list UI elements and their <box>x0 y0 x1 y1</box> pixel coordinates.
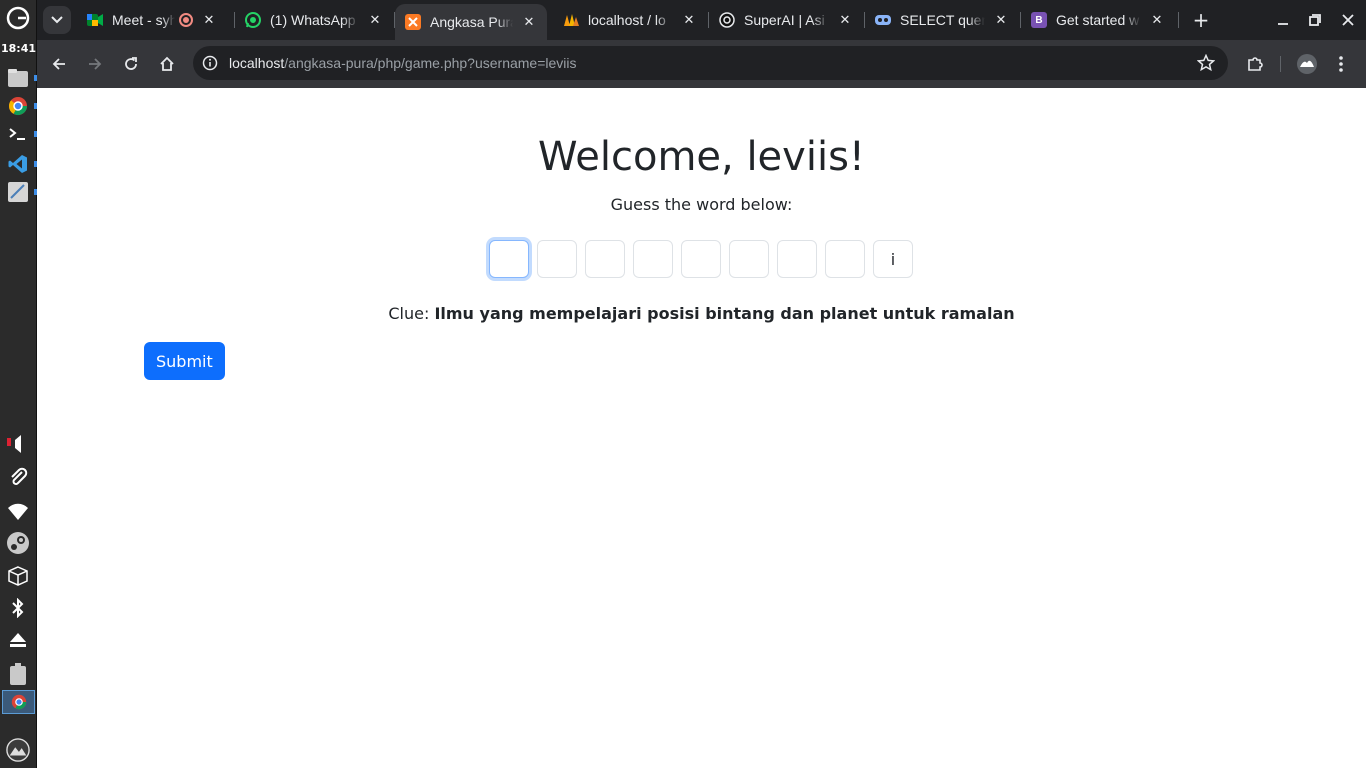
tab-search-button[interactable] <box>43 6 71 34</box>
profile-button[interactable] <box>1293 50 1321 78</box>
letter-input-5[interactable] <box>681 240 721 278</box>
vscode-icon[interactable] <box>6 152 30 176</box>
whatsapp-icon <box>245 12 261 28</box>
kebab-menu-icon <box>1339 56 1343 72</box>
new-tab-button[interactable]: + <box>1189 8 1213 32</box>
phpmyadmin-icon <box>563 12 579 28</box>
clue-text: Ilmu yang mempelajari posisi bintang dan… <box>434 304 1015 323</box>
terminal-icon[interactable] <box>6 122 30 146</box>
close-icon[interactable]: ✕ <box>681 12 697 28</box>
text-editor-icon[interactable] <box>6 180 30 204</box>
clue: Clue: Ilmu yang mempelajari posisi binta… <box>37 304 1366 323</box>
file-manager-icon[interactable] <box>6 66 30 90</box>
close-icon <box>1342 14 1354 26</box>
browser-tabstrip: Meet - syh ✕ (1) WhatsApp ✕ Angkasa Pura… <box>37 0 1366 40</box>
db-icon <box>875 12 891 28</box>
package-icon[interactable] <box>6 564 30 588</box>
letter-inputs <box>489 240 913 278</box>
wifi-icon[interactable] <box>6 500 30 524</box>
close-icon[interactable]: ✕ <box>367 12 383 28</box>
letter-input-2[interactable] <box>537 240 577 278</box>
clipboard-icon[interactable] <box>6 465 30 489</box>
tab-superai[interactable]: SuperAI | Asi ✕ <box>709 4 863 36</box>
restore-icon <box>1309 14 1321 26</box>
letter-input-3[interactable] <box>585 240 625 278</box>
extensions-button[interactable] <box>1241 50 1269 78</box>
bootstrap-icon: B <box>1031 12 1047 28</box>
system-clock: 18:41 <box>0 42 36 55</box>
eject-icon[interactable] <box>6 628 30 652</box>
close-icon[interactable]: ✕ <box>521 14 537 30</box>
minimize-button[interactable] <box>1271 8 1295 32</box>
letter-input-1[interactable] <box>489 240 529 278</box>
tab-phpmyadmin[interactable]: localhost / lo ✕ <box>553 4 707 36</box>
steam-icon[interactable] <box>6 531 30 555</box>
letter-input-7[interactable] <box>777 240 817 278</box>
puzzle-icon <box>1248 57 1263 71</box>
battery-icon[interactable] <box>6 662 30 686</box>
chevron-down-icon <box>51 16 63 24</box>
superai-icon <box>719 12 735 28</box>
letter-input-8[interactable] <box>825 240 865 278</box>
tab-whatsapp[interactable]: (1) WhatsApp ✕ <box>235 4 393 36</box>
forward-button[interactable] <box>81 50 109 78</box>
launcher-icon[interactable] <box>6 6 30 30</box>
chrome-icon[interactable] <box>6 94 30 118</box>
google-meet-icon <box>87 12 103 28</box>
close-icon[interactable]: ✕ <box>1149 12 1165 28</box>
tab-meet[interactable]: Meet - syh ✕ <box>77 4 227 36</box>
arrow-right-icon <box>89 58 102 70</box>
tab-bootstrap[interactable]: B Get started w ✕ <box>1021 4 1175 36</box>
page-viewport: Welcome, leviis! Guess the word below: C… <box>37 88 1366 768</box>
address-url: localhost/angkasa-pura/php/game.php?user… <box>229 55 577 71</box>
close-window-button[interactable] <box>1336 8 1360 32</box>
tab-select-query[interactable]: SELECT query ✕ <box>865 4 1019 36</box>
letter-input-6[interactable] <box>729 240 769 278</box>
home-button[interactable] <box>153 50 181 78</box>
address-bar[interactable]: localhost/angkasa-pura/php/game.php?user… <box>193 46 1228 80</box>
chrome-taskbar-icon[interactable] <box>2 690 35 714</box>
site-info-icon[interactable] <box>201 54 219 72</box>
back-button[interactable] <box>45 50 73 78</box>
letter-input-4[interactable] <box>633 240 673 278</box>
close-icon[interactable]: ✕ <box>837 12 853 28</box>
page-title: Welcome, leviis! <box>538 134 865 180</box>
bluetooth-icon[interactable] <box>6 596 30 620</box>
letter-input-9[interactable] <box>873 240 913 278</box>
clue-label: Clue: <box>388 304 430 323</box>
avatar-icon <box>1297 54 1317 74</box>
page-subtitle: Guess the word below: <box>610 195 793 214</box>
close-icon[interactable]: ✕ <box>201 12 217 28</box>
system-taskbar: 18:41 <box>0 0 37 768</box>
browser-toolbar: localhost/angkasa-pura/php/game.php?user… <box>37 40 1366 88</box>
recording-icon <box>179 13 193 27</box>
mountain-logo-icon[interactable] <box>6 738 30 762</box>
reload-icon <box>125 57 137 70</box>
xampp-icon <box>405 14 421 30</box>
maximize-button[interactable] <box>1303 8 1327 32</box>
close-icon[interactable]: ✕ <box>993 12 1009 28</box>
home-icon <box>160 56 174 71</box>
submit-button[interactable]: Submit <box>144 342 225 380</box>
reload-button[interactable] <box>117 50 145 78</box>
tab-angkasa-pura[interactable]: Angkasa Pura ✕ <box>395 4 547 40</box>
bookmark-star-icon[interactable] <box>1196 53 1216 73</box>
volume-icon[interactable] <box>6 432 30 456</box>
arrow-left-icon <box>52 58 65 70</box>
minimize-icon <box>1278 23 1288 25</box>
browser-menu-button[interactable] <box>1327 50 1355 78</box>
